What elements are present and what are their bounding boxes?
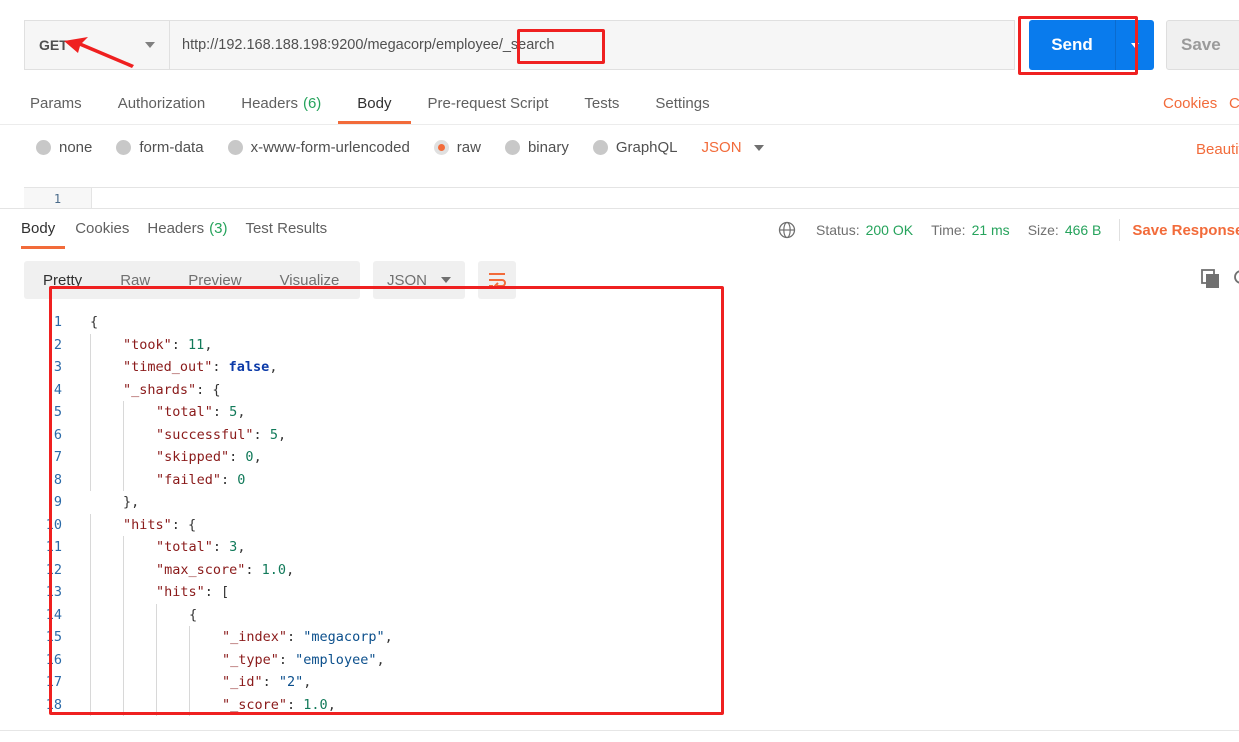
tab-body[interactable]: Body (338, 88, 411, 124)
radio-label: x-www-form-urlencoded (250, 139, 410, 156)
tab-label: Params (30, 95, 82, 112)
tab-label: Body (21, 220, 56, 237)
tab-label: Authorization (117, 95, 206, 112)
radio-label: GraphQL (615, 139, 678, 156)
tab-tests[interactable]: Tests (584, 88, 619, 124)
size-value: 466 B (1064, 222, 1102, 238)
radio-dot (36, 140, 51, 155)
chevron-down-icon (145, 42, 155, 48)
annotation-arrow (64, 37, 134, 68)
tab-label: Tests (584, 95, 620, 112)
annotation-box-response (49, 286, 724, 715)
response-tab-body[interactable]: Body (21, 213, 66, 249)
time-label: Time: (931, 222, 966, 238)
radio-raw[interactable]: raw (433, 139, 481, 156)
search-icon[interactable] (1232, 269, 1239, 289)
divider (1119, 219, 1121, 241)
editor-line-number: 1 (24, 188, 92, 208)
tab-pre-request-script[interactable]: Pre-request Script (428, 88, 549, 124)
tab-label: Headers (147, 220, 205, 237)
tab-label: Test Results (245, 220, 328, 237)
status-value: 200 OK (865, 222, 914, 238)
time-value: 21 ms (971, 222, 1010, 238)
response-tab-headers[interactable]: Headers (3) (147, 213, 227, 249)
response-tab-test-results[interactable]: Test Results (245, 213, 327, 249)
response-meta: Status: 200 OK Time: 21 ms Size: 466 B S… (778, 219, 1239, 241)
radio-form-data[interactable]: form-data (116, 139, 204, 156)
cookies-link[interactable]: Cookies (1163, 95, 1217, 112)
radio-label: binary (527, 139, 569, 156)
divider (0, 730, 1239, 731)
headers-count: (6) (302, 95, 322, 112)
body-type-selector: none form-data x-www-form-urlencoded raw… (36, 139, 764, 156)
size-label: Size: (1027, 222, 1059, 238)
tab-headers[interactable]: Headers (6) (241, 88, 321, 124)
radio-label: raw (456, 139, 481, 156)
save-response-button[interactable]: Save Response (1132, 222, 1239, 239)
status-label: Status: (816, 222, 860, 238)
radio-label: form-data (139, 139, 204, 156)
radio-dot (116, 140, 132, 155)
divider (0, 124, 1239, 125)
tab-label: Settings (655, 95, 710, 112)
radio-label: none (59, 139, 93, 156)
save-button[interactable]: Save (1166, 20, 1239, 70)
tab-label: Body (357, 95, 392, 112)
tab-params[interactable]: Params (30, 88, 82, 124)
request-body-editor[interactable] (24, 187, 1239, 208)
annotation-box-search (517, 29, 605, 64)
headers-count: (3) (209, 220, 228, 237)
tab-label: Cookies (75, 220, 130, 237)
response-tabs: Body Cookies Headers (3) Test Results (21, 213, 345, 249)
tab-authorization[interactable]: Authorization (118, 88, 206, 124)
body-format-select[interactable]: JSON (702, 139, 742, 156)
radio-dot (504, 140, 520, 155)
radio-dot (227, 140, 243, 155)
copy-icon[interactable] (1201, 269, 1221, 289)
beautify-link[interactable]: Beautif (1196, 141, 1239, 158)
radio-dot (592, 140, 608, 155)
request-tabs: Params Authorization Headers (6) Body Pre… (30, 88, 746, 124)
radio-urlencoded[interactable]: x-www-form-urlencoded (227, 139, 410, 156)
divider (0, 208, 1239, 209)
radio-binary[interactable]: binary (504, 139, 569, 156)
chevron-down-icon (441, 277, 451, 283)
radio-none[interactable]: none (36, 139, 92, 156)
radio-graphql[interactable]: GraphQL (592, 139, 678, 156)
chevron-down-icon[interactable] (753, 144, 764, 151)
globe-icon[interactable] (778, 221, 796, 239)
response-tab-cookies[interactable]: Cookies (75, 213, 129, 249)
tab-settings[interactable]: Settings (655, 88, 709, 124)
code-link[interactable]: C (1229, 95, 1239, 112)
annotation-box-send (1018, 16, 1138, 75)
tab-label: Headers (241, 95, 298, 112)
radio-dot-selected (433, 140, 449, 155)
tab-label: Pre-request Script (427, 95, 549, 112)
